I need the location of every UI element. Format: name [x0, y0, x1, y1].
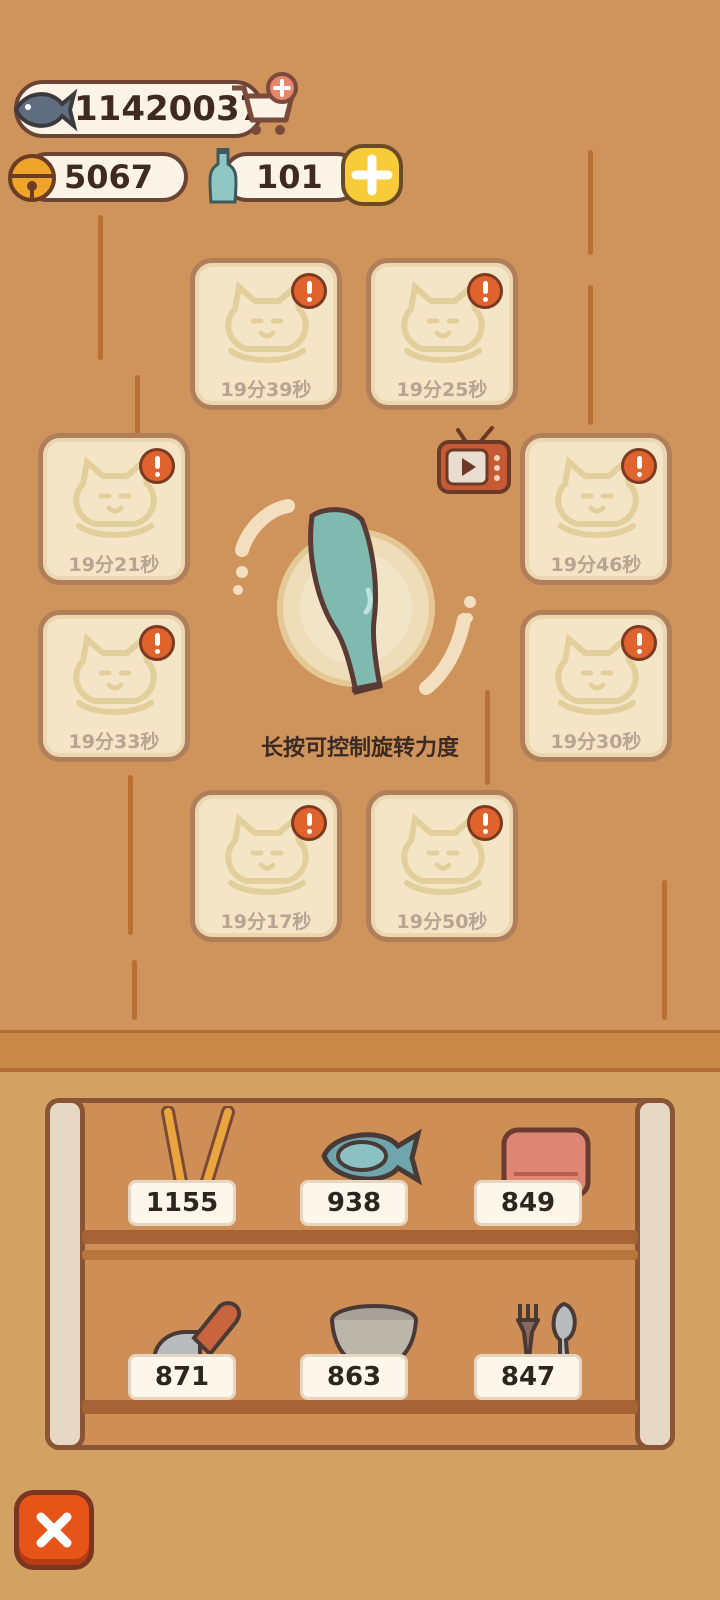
cabinet-door-left — [45, 1098, 85, 1450]
wood-grain — [662, 880, 667, 1020]
cabinet-door-right — [635, 1098, 675, 1450]
item-count: 1155 — [128, 1180, 236, 1226]
alert-icon — [621, 625, 657, 661]
alert-icon — [291, 805, 327, 841]
alert-icon — [467, 805, 503, 841]
fish-icon — [8, 82, 78, 142]
item-count: 863 — [300, 1354, 408, 1400]
alert-icon — [139, 448, 175, 484]
item-count: 849 — [474, 1180, 582, 1226]
alert-icon — [139, 625, 175, 661]
item-count: 938 — [300, 1180, 408, 1226]
close-icon — [36, 1512, 72, 1548]
wood-grain — [98, 215, 103, 360]
bell-count: 5067 — [64, 158, 154, 196]
alert-icon — [621, 448, 657, 484]
shelf-board — [82, 1250, 638, 1260]
cat-slot[interactable]: 19分17秒 — [190, 790, 342, 942]
tv-icon[interactable] — [436, 426, 512, 500]
cat-slot[interactable]: 19分21秒 — [38, 433, 190, 585]
shelf-board — [82, 1230, 638, 1244]
bottle-icon — [205, 146, 241, 212]
shelf-board — [82, 1400, 638, 1414]
wood-grain — [588, 285, 593, 425]
shopping-cart-icon[interactable] — [228, 72, 300, 144]
bottle-count: 101 — [256, 158, 323, 196]
item-count: 871 — [128, 1354, 236, 1400]
slot-timer: 19分21秒 — [68, 554, 160, 576]
slot-timer: 19分46秒 — [550, 554, 642, 576]
cat-slot[interactable]: 19分25秒 — [366, 258, 518, 410]
floor-beam — [0, 1030, 720, 1072]
wood-grain — [588, 150, 593, 255]
spin-hint: 长按可控制旋转力度 — [260, 736, 459, 761]
item-count: 847 — [474, 1354, 582, 1400]
slot-timer: 19分50秒 — [396, 911, 488, 933]
plus-icon[interactable] — [340, 143, 404, 211]
alert-icon — [467, 273, 503, 309]
slot-timer: 19分17秒 — [220, 911, 312, 933]
alert-icon — [291, 273, 327, 309]
wood-grain — [132, 960, 137, 1020]
slot-timer: 19分39秒 — [220, 379, 312, 401]
cat-slot[interactable]: 19分50秒 — [366, 790, 518, 942]
cat-slot[interactable]: 19分39秒 — [190, 258, 342, 410]
spin-bottle[interactable] — [228, 490, 488, 724]
slot-timer: 19分25秒 — [396, 379, 488, 401]
bell-icon — [4, 150, 60, 208]
wood-grain — [128, 775, 133, 935]
wood-grain — [135, 375, 140, 435]
cat-slot[interactable]: 19分46秒 — [520, 433, 672, 585]
close-button[interactable] — [14, 1490, 94, 1570]
